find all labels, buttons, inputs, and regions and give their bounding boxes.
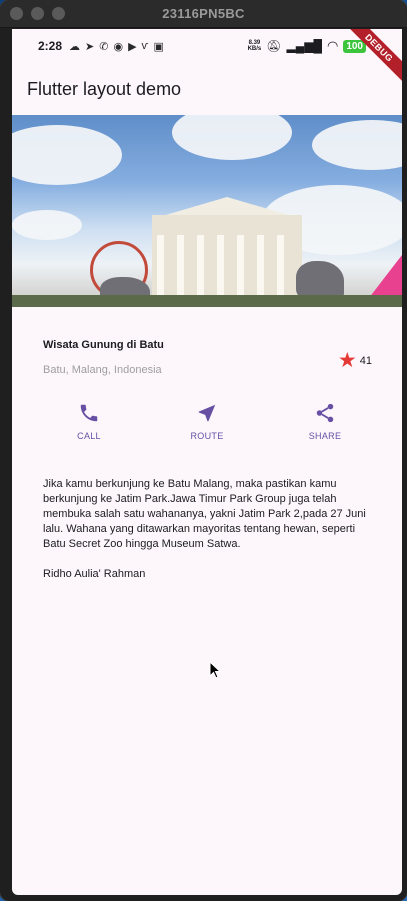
telegram-icon: ➤	[85, 40, 95, 53]
mouse-cursor-icon	[209, 661, 221, 679]
title-texts: Wisata Gunung di Batu Batu, Malang, Indo…	[43, 339, 338, 376]
rating-count: 41	[359, 355, 372, 367]
route-label: ROUTE	[190, 431, 224, 441]
close-window-button[interactable]	[10, 7, 23, 20]
v-icon: ѵ	[141, 40, 149, 52]
cloud-icon: ☁	[69, 40, 81, 53]
hero-image	[12, 115, 402, 307]
circle-icon: ◉	[113, 40, 124, 53]
network-speed: 8.39 KB/s	[248, 40, 262, 52]
window-titlebar: 23116PN5BC	[0, 0, 407, 28]
status-time: 2:28	[38, 39, 63, 53]
button-section: CALL ROUTE SHARE	[12, 376, 402, 441]
youtube-icon: ▶	[128, 40, 137, 53]
description-text: Jika kamu berkunjung ke Batu Malang, mak…	[43, 478, 366, 580]
app-bar: Flutter layout demo	[12, 63, 402, 115]
cloud-shape	[312, 120, 402, 170]
call-label: CALL	[77, 431, 101, 441]
place-location: Batu, Malang, Indonesia	[43, 364, 162, 376]
app-window: 23116PN5BC 2:28 ☁ ➤ ✆ ◉ ▶ ѵ ▣ 8.39 KB/s …	[0, 0, 407, 901]
share-label: SHARE	[308, 431, 342, 441]
app-bar-title: Flutter layout demo	[27, 78, 182, 99]
share-icon	[316, 403, 334, 423]
signal-icon: ▂▄▆█	[286, 39, 322, 53]
window-title: 23116PN5BC	[162, 6, 245, 21]
ground	[12, 295, 402, 307]
cloud-shape	[172, 115, 292, 160]
cloud-shape	[12, 210, 82, 240]
window-controls	[10, 7, 65, 20]
status-bar: 2:28 ☁ ➤ ✆ ◉ ▶ ѵ ▣ 8.39 KB/s 🔕︎ ▂▄▆█ ◠ 1…	[12, 29, 402, 63]
share-button[interactable]: SHARE	[285, 402, 365, 441]
route-button[interactable]: ROUTE	[167, 402, 247, 441]
navigation-icon	[198, 404, 216, 422]
wifi-icon: ◠	[326, 38, 339, 53]
phone-icon	[80, 404, 98, 422]
mute-icon: 🔕︎	[266, 39, 282, 53]
network-speed-unit: KB/s	[247, 46, 262, 52]
zoom-window-button[interactable]	[52, 7, 65, 20]
title-section: Wisata Gunung di Batu Batu, Malang, Indo…	[12, 307, 402, 376]
phone-screen: 2:28 ☁ ➤ ✆ ◉ ▶ ѵ ▣ 8.39 KB/s 🔕︎ ▂▄▆█ ◠ 1…	[12, 29, 402, 895]
whatsapp-icon: ✆	[99, 40, 109, 53]
place-title: Wisata Gunung di Batu	[43, 339, 164, 351]
minimize-window-button[interactable]	[31, 7, 44, 20]
star-icon: ★	[337, 349, 357, 372]
bag-icon: ▣	[153, 40, 164, 53]
notification-icons: ☁ ➤ ✆ ◉ ▶ ѵ ▣	[69, 40, 164, 53]
rating: ★ 41	[338, 346, 372, 376]
call-button[interactable]: CALL	[49, 402, 129, 441]
cloud-shape	[12, 125, 122, 185]
